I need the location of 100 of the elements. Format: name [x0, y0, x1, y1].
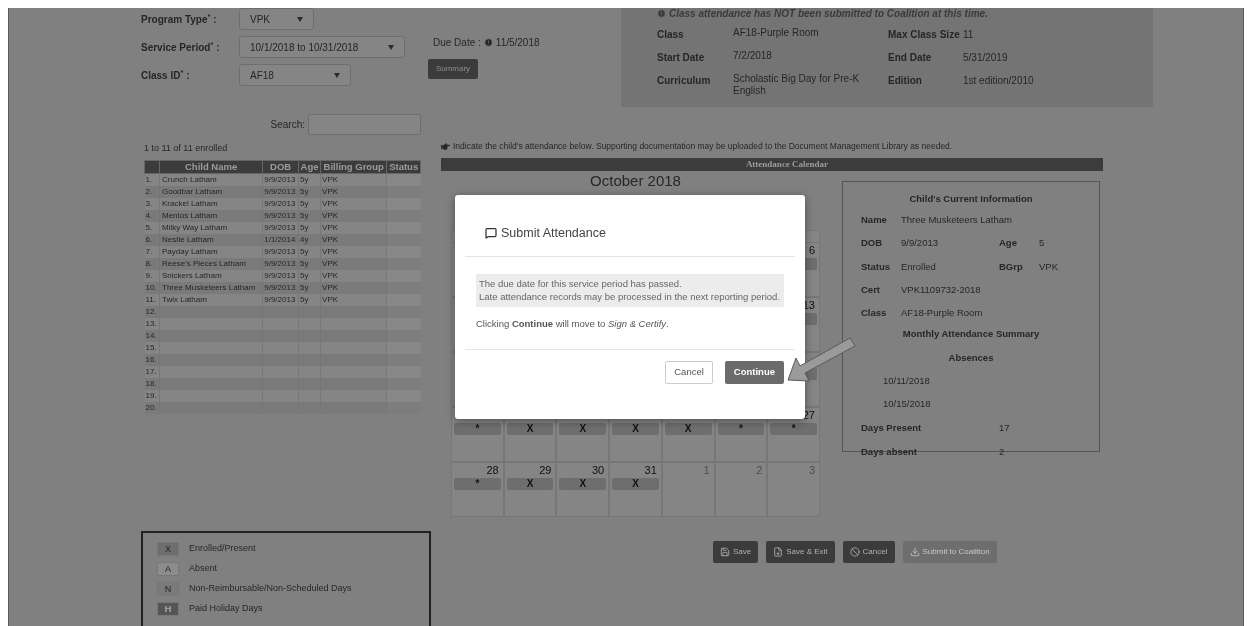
action-button[interactable]: Cancel — [842, 540, 895, 563]
child-name-cell[interactable]: Three Musketeers Latham — [159, 281, 263, 294]
legend-key: H — [157, 601, 179, 616]
row-number: 12. — [144, 305, 160, 318]
billing-group-cell: VPK — [320, 209, 387, 222]
info-value: Scholastic Big Day for Pre-K English — [733, 73, 861, 97]
continue-button[interactable]: Continue — [724, 361, 784, 384]
info-label: Class — [861, 306, 888, 320]
child-name-cell[interactable]: Payday Latham — [159, 245, 263, 258]
info-label: End Date — [888, 51, 933, 65]
info-value: 5/31/2019 — [963, 51, 1008, 65]
billing-group-cell: VPK — [320, 269, 387, 282]
legend-key: N — [157, 581, 179, 596]
calendar-header-bar: Attendance Calendar — [441, 157, 1103, 171]
calendar-day-cell[interactable]: 28 * — [451, 461, 504, 517]
cancel-icon — [849, 546, 860, 557]
cancel-button[interactable]: Cancel — [665, 361, 713, 384]
caret-icon — [334, 72, 340, 78]
select-field[interactable]: 10/1/2018 to 10/31/2018 — [239, 36, 405, 58]
select-field[interactable]: AF18 — [239, 64, 351, 86]
dob-cell: 9/9/2013 — [262, 197, 299, 210]
attendance-mark[interactable]: X — [664, 422, 712, 435]
child-name-cell[interactable]: Nestle Latham — [159, 233, 263, 246]
info-value: VPK — [1039, 259, 1058, 274]
info-value: AF18-Purple Room — [901, 306, 984, 320]
info-label: Class — [657, 28, 685, 42]
total-value: 2 — [999, 444, 1005, 459]
alert-icon — [483, 38, 493, 47]
summary-title: Monthly Attendance Summary — [901, 327, 1041, 342]
dob-cell: 9/9/2013 — [262, 185, 299, 198]
row-number: 4. — [144, 209, 160, 222]
attendance-mark[interactable]: X — [612, 477, 659, 490]
child-name-cell[interactable]: Krackel Latham — [159, 197, 263, 210]
row-number: 6. — [144, 233, 160, 246]
info-value: 5 — [1039, 236, 1045, 251]
select-field[interactable]: VPK — [239, 8, 314, 30]
attendance-mark[interactable]: X — [559, 422, 607, 435]
save-icon — [773, 546, 784, 557]
legend-label: Enrolled/Present — [189, 542, 256, 555]
download-icon — [909, 546, 920, 557]
absence-date: 10/11/2018 — [883, 373, 931, 388]
info-label: Curriculum — [657, 74, 712, 88]
calendar-day-cell[interactable]: 30 X — [556, 461, 610, 517]
child-name-cell[interactable]: Snickers Latham — [159, 269, 263, 282]
age-cell: 5y — [298, 173, 321, 186]
dob-cell: 9/9/2013 — [262, 269, 299, 282]
age-cell: 5y — [298, 197, 321, 210]
billing-group-cell: VPK — [320, 221, 387, 234]
action-button[interactable]: Save — [713, 540, 759, 563]
child-name-cell[interactable]: Twix Latham — [159, 293, 263, 306]
due-date-label: Due Date : — [433, 36, 481, 50]
child-name-cell[interactable]: Mentos Latham — [159, 209, 263, 222]
attendance-mark[interactable]: * — [454, 477, 501, 490]
row-number: 8. — [144, 257, 160, 270]
child-name-cell[interactable]: Milky Way Latham — [159, 221, 263, 234]
legend-key: X — [157, 541, 179, 556]
save-icon — [720, 546, 730, 557]
dob-cell: 9/9/2013 — [262, 293, 299, 306]
billing-group-cell: VPK — [320, 197, 387, 210]
attendance-mark[interactable]: X — [506, 422, 554, 435]
row-number: 9. — [144, 269, 160, 282]
legend-label: Absent — [189, 562, 218, 575]
info-value: 1st edition/2010 — [963, 74, 1034, 88]
caret-icon — [297, 16, 303, 22]
billing-group-cell: VPK — [320, 281, 387, 294]
child-name-cell[interactable]: Goodbar Latham — [159, 185, 263, 198]
dob-cell: 9/9/2013 — [262, 245, 299, 258]
dob-cell: 9/9/2013 — [262, 173, 299, 186]
dob-cell: 9/9/2013 — [262, 209, 299, 222]
child-name-cell[interactable]: Crunch Latham — [159, 173, 263, 186]
summary-button[interactable]: Summary — [428, 59, 478, 79]
child-name-cell[interactable]: Reese's Pieces Latham — [159, 257, 263, 270]
legend-key: A — [157, 561, 179, 576]
dialog-message: Clicking Continue will move to Sign & Certify. — [476, 316, 670, 331]
age-cell: 5y — [298, 221, 321, 234]
calendar-day-cell[interactable]: 31 X — [609, 461, 662, 517]
billing-group-cell: VPK — [320, 293, 387, 306]
info-value: 7/2/2018 — [733, 50, 773, 63]
dob-cell: 9/9/2013 — [262, 221, 299, 234]
attendance-mark[interactable]: * — [770, 422, 817, 435]
attendance-mark[interactable]: * — [717, 422, 765, 435]
attendance-mark[interactable]: X — [506, 477, 554, 490]
dialog-title: Submit Attendance — [501, 225, 606, 242]
billing-group-cell: VPK — [320, 173, 387, 186]
calendar-day-cell[interactable]: 29 X — [503, 461, 557, 517]
legend-label: Paid Holiday Days — [189, 602, 263, 615]
age-cell: 5y — [298, 209, 321, 222]
age-cell: 4y — [298, 233, 321, 246]
attendance-mark[interactable]: X — [612, 422, 659, 435]
info-value: 11 — [963, 28, 974, 42]
due-date-value: 11/5/2018 — [495, 36, 540, 50]
attendance-mark[interactable]: X — [559, 477, 607, 490]
row-number: 1. — [144, 173, 160, 186]
age-cell: 5y — [298, 257, 321, 270]
age-cell: 5y — [298, 185, 321, 198]
info-label: DOB — [861, 236, 884, 251]
action-button[interactable]: Save & Exit — [766, 540, 835, 563]
panel-title: Child's Current Information — [908, 191, 1034, 206]
attendance-mark[interactable]: * — [454, 422, 501, 435]
notice-text: Class attendance has NOT been submitted to Coalition at this time. — [669, 7, 988, 21]
